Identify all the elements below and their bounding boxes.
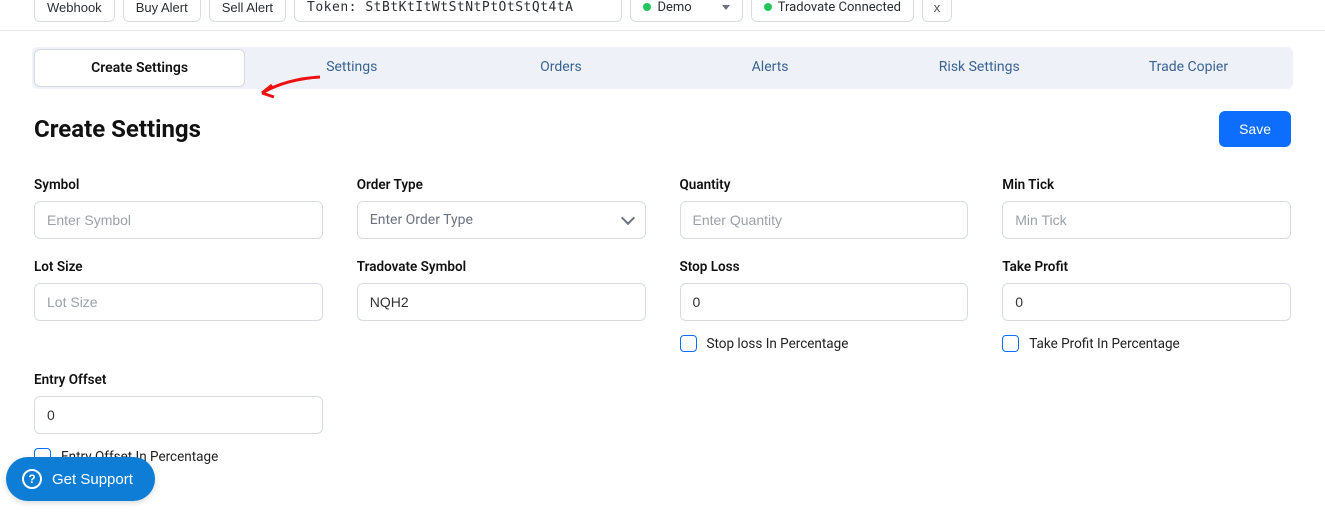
field-min-tick: Min Tick	[1002, 177, 1291, 239]
environment-select[interactable]: Demo	[630, 0, 742, 22]
take-profit-percentage-label: Take Profit In Percentage	[1029, 336, 1179, 352]
quantity-input[interactable]	[680, 201, 969, 239]
field-tradovate-symbol: Tradovate Symbol	[357, 259, 646, 352]
lot-size-input[interactable]	[34, 283, 323, 321]
top-toolbar: Webhook Buy Alert Sell Alert Token: StBt…	[0, 0, 1325, 31]
x-icon: x	[934, 0, 941, 15]
label-entry-offset: Entry Offset	[34, 372, 323, 388]
page-header: Create Settings Save	[0, 89, 1325, 147]
label-quantity: Quantity	[680, 177, 969, 193]
tab-trade-copier[interactable]: Trade Copier	[1084, 47, 1293, 89]
tab-alerts[interactable]: Alerts	[666, 47, 875, 89]
tab-risk-settings[interactable]: Risk Settings	[875, 47, 1084, 89]
field-stop-loss: Stop Loss Stop loss In Percentage	[680, 259, 969, 352]
min-tick-input[interactable]	[1002, 201, 1291, 239]
stop-loss-input[interactable]	[680, 283, 969, 321]
tab-orders[interactable]: Orders	[456, 47, 665, 89]
field-entry-offset: Entry Offset Entry Offset In Percentage	[34, 372, 323, 465]
take-profit-percentage-checkbox[interactable]	[1002, 335, 1019, 352]
symbol-input[interactable]	[34, 201, 323, 239]
label-tradovate-symbol: Tradovate Symbol	[357, 259, 646, 275]
stop-loss-percentage-checkbox[interactable]	[680, 335, 697, 352]
tradovate-symbol-input[interactable]	[357, 283, 646, 321]
save-button[interactable]: Save	[1219, 111, 1291, 147]
connection-status-label: Tradovate Connected	[778, 0, 901, 15]
page-title: Create Settings	[34, 115, 201, 143]
take-profit-percentage-row: Take Profit In Percentage	[1002, 335, 1291, 352]
chevron-down-icon	[620, 211, 634, 225]
help-icon: ?	[22, 469, 42, 489]
stop-loss-percentage-label: Stop loss In Percentage	[707, 336, 849, 352]
label-symbol: Symbol	[34, 177, 323, 193]
webhook-button[interactable]: Webhook	[34, 0, 115, 22]
buy-alert-button[interactable]: Buy Alert	[123, 0, 201, 22]
environment-value: Demo	[657, 0, 691, 15]
label-order-type: Order Type	[357, 177, 646, 193]
entry-offset-input[interactable]	[34, 396, 323, 434]
form-grid: Symbol Order Type Enter Order Type Quant…	[0, 147, 1325, 465]
sell-alert-button[interactable]: Sell Alert	[209, 0, 286, 22]
label-stop-loss: Stop Loss	[680, 259, 969, 275]
get-support-button[interactable]: ? Get Support	[6, 457, 155, 501]
close-button[interactable]: x	[922, 0, 952, 22]
tab-bar: Create Settings Settings Orders Alerts R…	[32, 47, 1293, 89]
get-support-label: Get Support	[52, 471, 133, 488]
order-type-select[interactable]: Enter Order Type	[357, 201, 646, 239]
status-dot-icon	[764, 3, 772, 11]
label-min-tick: Min Tick	[1002, 177, 1291, 193]
chevron-down-icon	[722, 5, 730, 10]
tab-settings[interactable]: Settings	[247, 47, 456, 89]
field-order-type: Order Type Enter Order Type	[357, 177, 646, 239]
take-profit-input[interactable]	[1002, 283, 1291, 321]
status-dot-icon	[643, 3, 651, 11]
token-display: Token: StBtKtItWtStNtPtOtStQt4tA	[294, 0, 622, 22]
field-take-profit: Take Profit Take Profit In Percentage	[1002, 259, 1291, 352]
stop-loss-percentage-row: Stop loss In Percentage	[680, 335, 969, 352]
field-symbol: Symbol	[34, 177, 323, 239]
label-take-profit: Take Profit	[1002, 259, 1291, 275]
connection-status: Tradovate Connected	[751, 0, 914, 22]
field-lot-size: Lot Size	[34, 259, 323, 352]
tab-create-settings[interactable]: Create Settings	[34, 49, 245, 87]
order-type-placeholder: Enter Order Type	[370, 212, 473, 228]
field-quantity: Quantity	[680, 177, 969, 239]
tabs-container: Create Settings Settings Orders Alerts R…	[0, 31, 1325, 89]
label-lot-size: Lot Size	[34, 259, 323, 275]
